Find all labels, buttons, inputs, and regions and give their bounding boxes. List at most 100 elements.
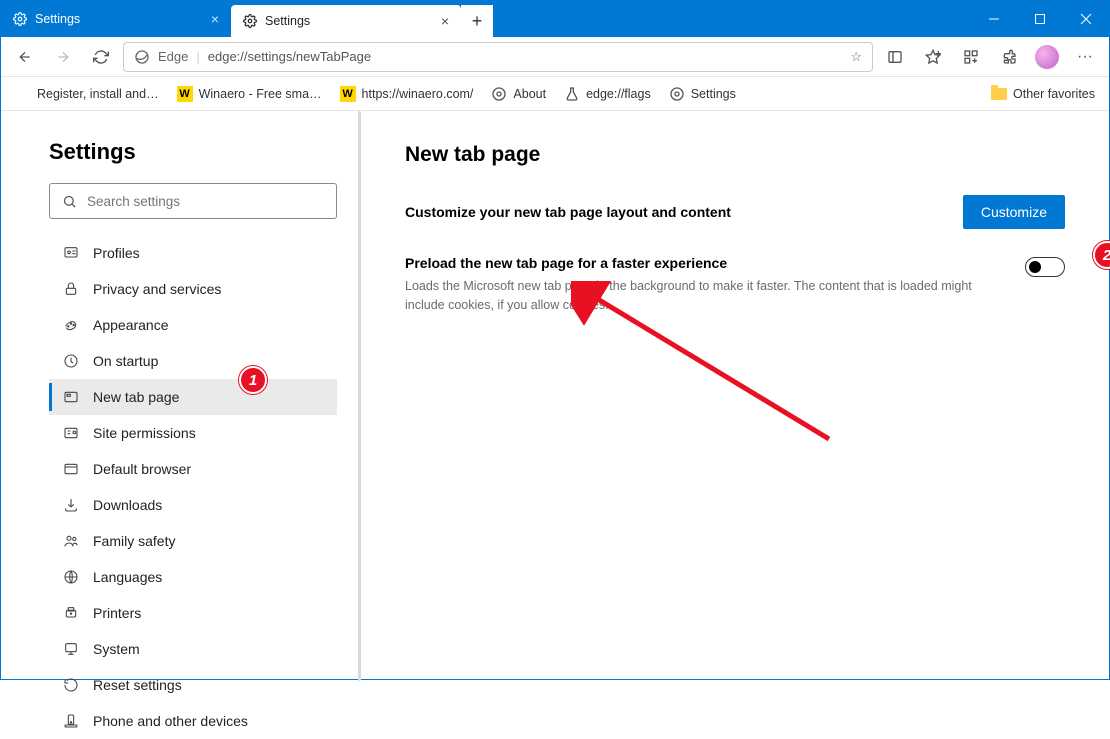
folder-icon: [991, 88, 1007, 100]
settings-sidebar: Settings Profiles Privacy and services App…: [1, 111, 361, 681]
browser-toolbar: Edge | edge://settings/newTabPage ☆ ···: [1, 37, 1109, 77]
browser-tab-active[interactable]: Settings ×: [231, 5, 461, 37]
window-controls: [971, 1, 1109, 37]
address-bar[interactable]: Edge | edge://settings/newTabPage ☆: [123, 42, 873, 72]
page-title: New tab page: [405, 143, 1065, 167]
gear-icon: [491, 86, 507, 102]
sidebar-item-downloads[interactable]: Downloads: [49, 487, 337, 523]
sidebar-item-family-safety[interactable]: Family safety: [49, 523, 337, 559]
sidebar-item-printers[interactable]: Printers: [49, 595, 337, 631]
maximize-button[interactable]: [1017, 1, 1063, 37]
sidebar-item-on-startup[interactable]: On startup: [49, 343, 337, 379]
enter-immersive-reader-button[interactable]: [879, 41, 911, 73]
bookmark-item[interactable]: About: [491, 86, 546, 102]
customize-button[interactable]: Customize: [963, 195, 1065, 229]
annotation-badge-1: 1: [239, 366, 267, 394]
nav-icon: [63, 569, 79, 585]
sidebar-item-label: New tab page: [93, 389, 179, 405]
favorite-star-icon[interactable]: ☆: [850, 49, 862, 65]
search-icon: [62, 194, 77, 209]
preload-setting-description: Loads the Microsoft new tab page in the …: [405, 277, 1005, 315]
sidebar-item-label: Phone and other devices: [93, 713, 248, 729]
settings-page: Settings Profiles Privacy and services App…: [1, 111, 1109, 681]
flask-icon: [564, 86, 580, 102]
sidebar-item-reset-settings[interactable]: Reset settings: [49, 667, 337, 703]
other-favorites-button[interactable]: Other favorites: [1013, 87, 1095, 101]
new-tab-button[interactable]: +: [461, 5, 493, 37]
gear-icon: [13, 12, 27, 26]
sidebar-item-label: Appearance: [93, 317, 169, 333]
sidebar-item-default-browser[interactable]: Default browser: [49, 451, 337, 487]
bookmark-label: Register, install and…: [37, 87, 159, 101]
tab-label: Settings: [265, 14, 310, 28]
sidebar-item-label: Profiles: [93, 245, 140, 261]
bookmark-item[interactable]: Whttps://winaero.com/: [340, 86, 474, 102]
close-window-button[interactable]: [1063, 1, 1109, 37]
sidebar-item-phone-and-other-devices[interactable]: Phone and other devices: [49, 703, 337, 739]
bookmarks-bar: Register, install and… W Winaero - Free s…: [1, 77, 1109, 111]
sidebar-item-new-tab-page[interactable]: New tab page: [49, 379, 337, 415]
sidebar-item-label: Downloads: [93, 497, 162, 513]
browser-name-label: Edge: [158, 49, 188, 64]
preload-toggle[interactable]: [1025, 257, 1065, 277]
winaero-icon: W: [177, 86, 193, 102]
search-settings-input[interactable]: [49, 183, 337, 219]
sidebar-item-profiles[interactable]: Profiles: [49, 235, 337, 271]
bookmark-item[interactable]: edge://flags: [564, 86, 651, 102]
sidebar-item-label: Privacy and services: [93, 281, 221, 297]
sidebar-item-label: Site permissions: [93, 425, 196, 441]
nav-icon: [63, 317, 79, 333]
sidebar-item-label: Family safety: [93, 533, 175, 549]
more-menu-button[interactable]: ···: [1069, 41, 1101, 73]
browser-tab-inactive[interactable]: Settings ×: [1, 1, 231, 37]
sidebar-item-label: Printers: [93, 605, 141, 621]
nav-icon: [63, 641, 79, 657]
winaero-icon: W: [340, 86, 356, 102]
nav-icon: [63, 461, 79, 477]
bookmark-label: https://winaero.com/: [362, 87, 474, 101]
sidebar-title: Settings: [49, 139, 337, 165]
bookmark-label: About: [513, 87, 546, 101]
annotation-badge-2: 2: [1093, 241, 1110, 269]
sidebar-item-languages[interactable]: Languages: [49, 559, 337, 595]
nav-icon: [63, 281, 79, 297]
settings-main-panel: New tab page Customize your new tab page…: [361, 111, 1109, 681]
sidebar-item-label: System: [93, 641, 140, 657]
sidebar-item-site-permissions[interactable]: Site permissions: [49, 415, 337, 451]
preload-setting-label: Preload the new tab page for a faster ex…: [405, 255, 1005, 271]
bookmark-label: edge://flags: [586, 87, 651, 101]
sidebar-item-system[interactable]: System: [49, 631, 337, 667]
nav-icon: [63, 245, 79, 261]
sidebar-item-label: Default browser: [93, 461, 191, 477]
nav-icon: [63, 677, 79, 693]
forward-button[interactable]: [47, 41, 79, 73]
back-button[interactable]: [9, 41, 41, 73]
sidebar-item-label: Reset settings: [93, 677, 182, 693]
sidebar-item-appearance[interactable]: Appearance: [49, 307, 337, 343]
close-icon[interactable]: ×: [211, 11, 219, 27]
bookmark-item[interactable]: Register, install and…: [15, 86, 159, 102]
profile-button[interactable]: [1031, 41, 1063, 73]
refresh-button[interactable]: [85, 41, 117, 73]
nav-icon: [63, 533, 79, 549]
nav-icon: [63, 353, 79, 369]
bookmark-item[interactable]: Settings: [669, 86, 736, 102]
bookmark-item[interactable]: W Winaero - Free sma…: [177, 86, 322, 102]
search-field[interactable]: [87, 194, 324, 209]
microsoft-icon: [15, 86, 31, 102]
minimize-button[interactable]: [971, 1, 1017, 37]
sidebar-item-privacy-and-services[interactable]: Privacy and services: [49, 271, 337, 307]
gear-icon: [669, 86, 685, 102]
extensions-button[interactable]: [993, 41, 1025, 73]
toggle-knob: [1029, 261, 1041, 273]
url-text: edge://settings/newTabPage: [208, 49, 371, 64]
edge-icon: [134, 49, 150, 65]
tab-label: Settings: [35, 12, 80, 26]
nav-icon: [63, 605, 79, 621]
favorites-button[interactable]: [917, 41, 949, 73]
collections-button[interactable]: [955, 41, 987, 73]
gear-icon: [243, 14, 257, 28]
close-icon[interactable]: ×: [441, 13, 449, 29]
bookmark-label: Winaero - Free sma…: [199, 87, 322, 101]
bookmark-label: Settings: [691, 87, 736, 101]
